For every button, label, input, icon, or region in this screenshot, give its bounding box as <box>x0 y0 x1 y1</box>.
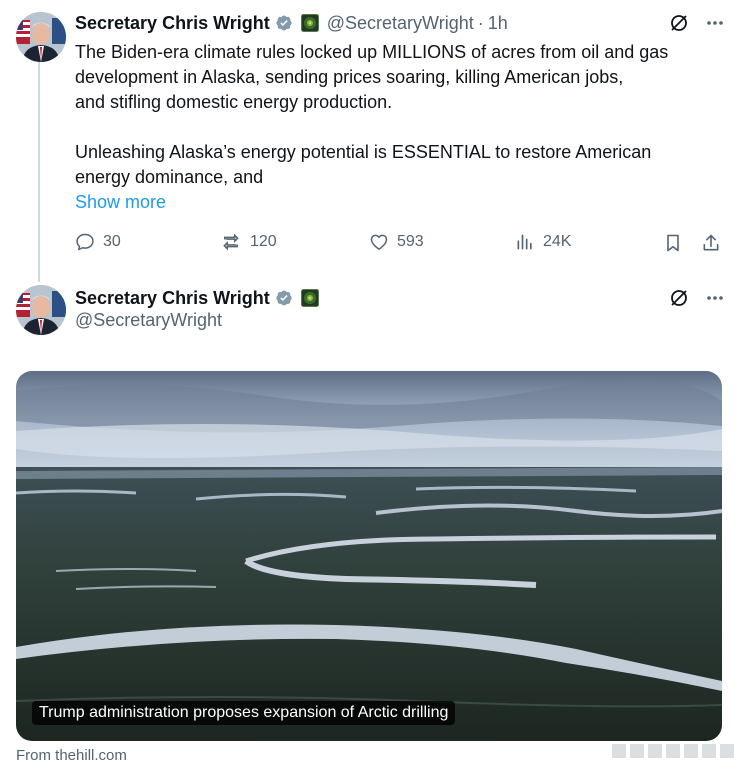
author-handle[interactable]: @SecretaryWright <box>327 13 474 34</box>
views-icon <box>517 234 532 250</box>
tweet-text-blank-line <box>75 115 735 140</box>
like-button[interactable]: 593 <box>369 232 424 252</box>
more-icon[interactable] <box>704 12 726 34</box>
avatar-image <box>16 12 66 62</box>
author-name[interactable]: Secretary Chris Wright <box>75 13 270 34</box>
watermark <box>612 744 734 758</box>
heart-icon <box>370 234 388 250</box>
tweet-text-line: Unleashing Alaska’s energy potential is … <box>75 142 652 162</box>
tweet-text-line: development in Alaska, sending prices so… <box>75 67 624 87</box>
tweet-body: The Biden-era climate rules locked up MI… <box>75 40 735 215</box>
reply-count: 30 <box>103 233 121 250</box>
tweet2-top-actions <box>668 287 726 309</box>
separator-dot: · <box>477 12 484 33</box>
bookmark-button[interactable] <box>663 232 691 254</box>
link-card[interactable]: Trump administration proposes expansion … <box>16 371 722 741</box>
thread-connector-line <box>38 62 40 282</box>
views-button[interactable]: 24K <box>515 232 571 252</box>
tweet-text-line: and stifling domestic energy production. <box>75 92 393 112</box>
show-more-link[interactable]: Show more <box>75 190 735 215</box>
author-avatar[interactable] <box>16 285 66 335</box>
verified-badge-icon <box>275 14 293 32</box>
bookmark-icon <box>667 234 679 252</box>
author-name[interactable]: Secretary Chris Wright <box>75 288 270 309</box>
repost-button[interactable]: 120 <box>220 232 277 252</box>
tweet-text-line: The Biden-era climate rules locked up MI… <box>75 42 669 62</box>
grok-icon[interactable] <box>668 12 690 34</box>
card-source-link[interactable]: From thehill.com <box>16 747 127 764</box>
tweet-action-bar: 30 120 593 24K <box>75 232 725 256</box>
energy-department-seal-icon <box>300 14 319 32</box>
tweet-text-line: energy dominance, and <box>75 167 264 187</box>
grok-icon[interactable] <box>668 287 690 309</box>
repost-icon <box>223 233 239 251</box>
avatar-image <box>16 285 66 335</box>
reply-button[interactable]: 30 <box>75 232 121 252</box>
card-image <box>16 371 722 741</box>
repost-count: 120 <box>250 233 277 250</box>
share-button[interactable] <box>701 232 729 254</box>
more-icon[interactable] <box>704 287 726 309</box>
like-count: 593 <box>397 233 424 250</box>
author-avatar[interactable] <box>16 12 66 62</box>
tweet-timestamp[interactable]: 1h <box>488 13 508 34</box>
tweet1-header: Secretary Chris Wright @SecretaryWright … <box>75 11 508 35</box>
author-handle[interactable]: @SecretaryWright <box>75 310 222 331</box>
share-icon <box>703 234 719 251</box>
reply-icon <box>76 233 94 251</box>
tweet1-top-actions <box>668 12 726 34</box>
views-count: 24K <box>543 233 572 250</box>
energy-department-seal-icon <box>300 289 319 307</box>
verified-badge-icon <box>275 289 293 307</box>
card-caption: Trump administration proposes expansion … <box>32 701 456 725</box>
tweet2-header: Secretary Chris Wright <box>75 286 319 310</box>
